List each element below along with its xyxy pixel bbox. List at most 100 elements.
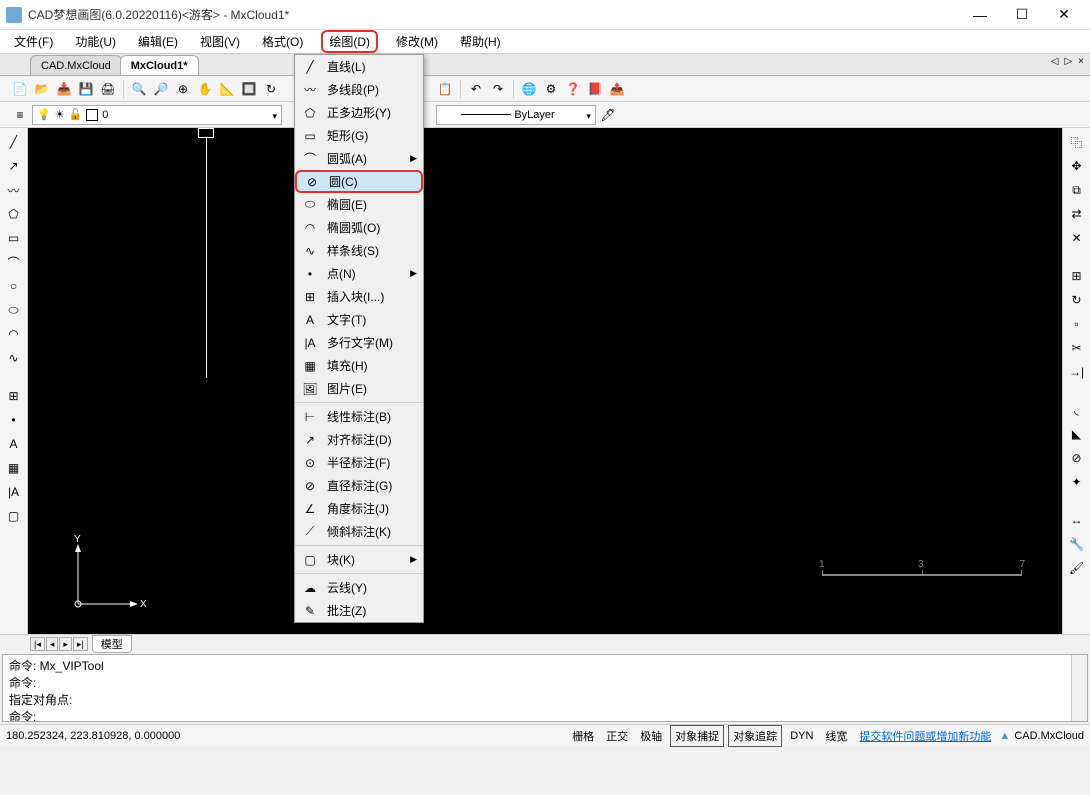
status-lineweight[interactable]: 线宽: [821, 726, 851, 746]
menu-item-point[interactable]: •点(N)▶: [295, 262, 423, 285]
menu-edit[interactable]: 编辑(E): [134, 30, 182, 53]
menu-item-rect[interactable]: ▭矩形(G): [295, 124, 423, 147]
brush-icon[interactable]: 🖊: [598, 105, 618, 125]
linetype-dropdown[interactable]: ByLayer: [436, 105, 596, 125]
menu-format[interactable]: 格式(O): [258, 30, 307, 53]
menu-modify[interactable]: 修改(M): [392, 30, 442, 53]
rect-tool-icon[interactable]: ▭: [4, 228, 24, 248]
menu-item-pline[interactable]: 〰多线段(P): [295, 78, 423, 101]
menu-item-diameter[interactable]: ⊘直径标注(G): [295, 474, 423, 497]
menu-item-angular[interactable]: ∠角度标注(J): [295, 497, 423, 520]
tab-cad-mxcloud[interactable]: CAD.MxCloud: [30, 55, 122, 75]
status-otrack[interactable]: 对象追踪: [728, 725, 782, 747]
tab-prev-icon[interactable]: ◁: [1049, 56, 1061, 67]
point-tool-icon[interactable]: •: [4, 410, 24, 430]
menu-item-note[interactable]: ✎批注(Z): [295, 599, 423, 622]
properties-tool-icon[interactable]: 🔧: [1067, 534, 1087, 554]
extend-tool-icon[interactable]: →|: [1067, 362, 1087, 382]
copy-tool-icon[interactable]: ⿻: [1067, 132, 1087, 152]
menu-item-arc[interactable]: ⌒圆弧(A)▶: [295, 147, 423, 170]
arc-tool-icon[interactable]: ⌒: [4, 252, 24, 272]
open-icon[interactable]: 📂: [32, 79, 52, 99]
menu-item-block[interactable]: ▢块(K)▶: [295, 548, 423, 571]
save-icon[interactable]: 💾: [76, 79, 96, 99]
globe-icon[interactable]: 🌐: [519, 79, 539, 99]
menu-file[interactable]: 文件(F): [10, 30, 57, 53]
model-tab[interactable]: 模型: [92, 635, 132, 653]
xline-tool-icon[interactable]: ↗: [4, 156, 24, 176]
fillet-tool-icon[interactable]: ◟: [1067, 400, 1087, 420]
pdf-icon[interactable]: 📕: [585, 79, 605, 99]
match-tool-icon[interactable]: 🖌: [1067, 558, 1087, 578]
menu-draw[interactable]: 绘图(D): [321, 30, 378, 53]
menu-item-hatch[interactable]: ▦填充(H): [295, 354, 423, 377]
settings-icon[interactable]: ⚙: [541, 79, 561, 99]
layer-dropdown[interactable]: 💡 ☀ 🔓 0: [32, 105, 282, 125]
canvas[interactable]: Y X 1 3 7: [28, 128, 1062, 634]
trim-tool-icon[interactable]: ✂: [1067, 338, 1087, 358]
polygon-tool-icon[interactable]: ⬠: [4, 204, 24, 224]
menu-item-polygon[interactable]: ⬠正多边形(Y): [295, 101, 423, 124]
menu-item-oblique[interactable]: ⟋倾斜标注(K): [295, 520, 423, 543]
mirror-tool-icon[interactable]: ⇄: [1067, 204, 1087, 224]
delete-tool-icon[interactable]: ✕: [1067, 228, 1087, 248]
undo-icon[interactable]: ↶: [466, 79, 486, 99]
command-window[interactable]: 命令: Mx_VIPTool 命令: 指定对角点: 命令:: [2, 654, 1088, 722]
menu-item-mtext[interactable]: |A多行文字(M): [295, 331, 423, 354]
refresh-icon[interactable]: ↻: [261, 79, 281, 99]
menu-item-linear[interactable]: ⊢线性标注(B): [295, 405, 423, 428]
pline-tool-icon[interactable]: 〰: [4, 180, 24, 200]
tab-next-icon[interactable]: ▷: [1062, 56, 1074, 67]
menu-item-revcloud[interactable]: ☁云线(Y): [295, 576, 423, 599]
tab-close-icon[interactable]: ×: [1076, 56, 1086, 67]
line-tool-icon[interactable]: ╱: [4, 132, 24, 152]
menu-item-aligned[interactable]: ↗对齐标注(D): [295, 428, 423, 451]
layers-icon[interactable]: ≡: [10, 105, 30, 125]
zoom-in-icon[interactable]: 🔍: [129, 79, 149, 99]
measure-icon[interactable]: 📐: [217, 79, 237, 99]
chamfer-tool-icon[interactable]: ◣: [1067, 424, 1087, 444]
menu-help[interactable]: 帮助(H): [456, 30, 505, 53]
menu-item-image[interactable]: 🖼图片(E): [295, 377, 423, 400]
menu-item-circle[interactable]: ⊘圆(C): [295, 170, 423, 193]
move-tool-icon[interactable]: ✥: [1067, 156, 1087, 176]
mtext-tool-icon[interactable]: |A: [4, 482, 24, 502]
insert-block-icon[interactable]: ⊞: [4, 386, 24, 406]
command-scrollbar[interactable]: [1071, 655, 1087, 721]
menu-view[interactable]: 视图(V): [196, 30, 244, 53]
menu-item-insert[interactable]: ⊞插入块(I...): [295, 285, 423, 308]
model-prev-icon[interactable]: ◂: [46, 637, 59, 651]
model-first-icon[interactable]: |◂: [30, 637, 45, 651]
status-polar[interactable]: 极轴: [636, 726, 666, 746]
menu-item-elarc[interactable]: ◠椭圆弧(O): [295, 216, 423, 239]
menu-item-ellipse[interactable]: ⬭椭圆(E): [295, 193, 423, 216]
menu-item-spline[interactable]: ∿样条线(S): [295, 239, 423, 262]
zoom-out-icon[interactable]: 🔎: [151, 79, 171, 99]
model-next-icon[interactable]: ▸: [59, 637, 72, 651]
paste-icon[interactable]: 📋: [435, 79, 455, 99]
circle-tool-icon[interactable]: ○: [4, 276, 24, 296]
export-icon[interactable]: 📤: [607, 79, 627, 99]
close-button[interactable]: ✕: [1044, 2, 1084, 28]
status-osnap[interactable]: 对象捕捉: [670, 725, 724, 747]
help-icon[interactable]: ❓: [563, 79, 583, 99]
explode-tool-icon[interactable]: ✦: [1067, 472, 1087, 492]
import-icon[interactable]: 📥: [54, 79, 74, 99]
model-last-icon[interactable]: ▸|: [73, 637, 88, 651]
menu-item-radius[interactable]: ⊙半径标注(F): [295, 451, 423, 474]
feedback-link[interactable]: 提交软件问题或增加新功能: [855, 726, 995, 746]
minimize-button[interactable]: —: [960, 2, 1000, 28]
scale-tool-icon[interactable]: ▫: [1067, 314, 1087, 334]
rotate-tool-icon[interactable]: ↻: [1067, 290, 1087, 310]
print-icon[interactable]: 🖨: [98, 79, 118, 99]
status-dyn[interactable]: DYN: [786, 728, 817, 744]
new-icon[interactable]: 📄: [10, 79, 30, 99]
zoom-extent-icon[interactable]: ⊕: [173, 79, 193, 99]
menu-func[interactable]: 功能(U): [71, 30, 120, 53]
ellipse-tool-icon[interactable]: ⬭: [4, 300, 24, 320]
maximize-button[interactable]: ☐: [1002, 2, 1042, 28]
status-grid[interactable]: 栅格: [568, 726, 598, 746]
menu-item-text[interactable]: A文字(T): [295, 308, 423, 331]
block-tool-icon[interactable]: ▢: [4, 506, 24, 526]
elarc-tool-icon[interactable]: ◠: [4, 324, 24, 344]
